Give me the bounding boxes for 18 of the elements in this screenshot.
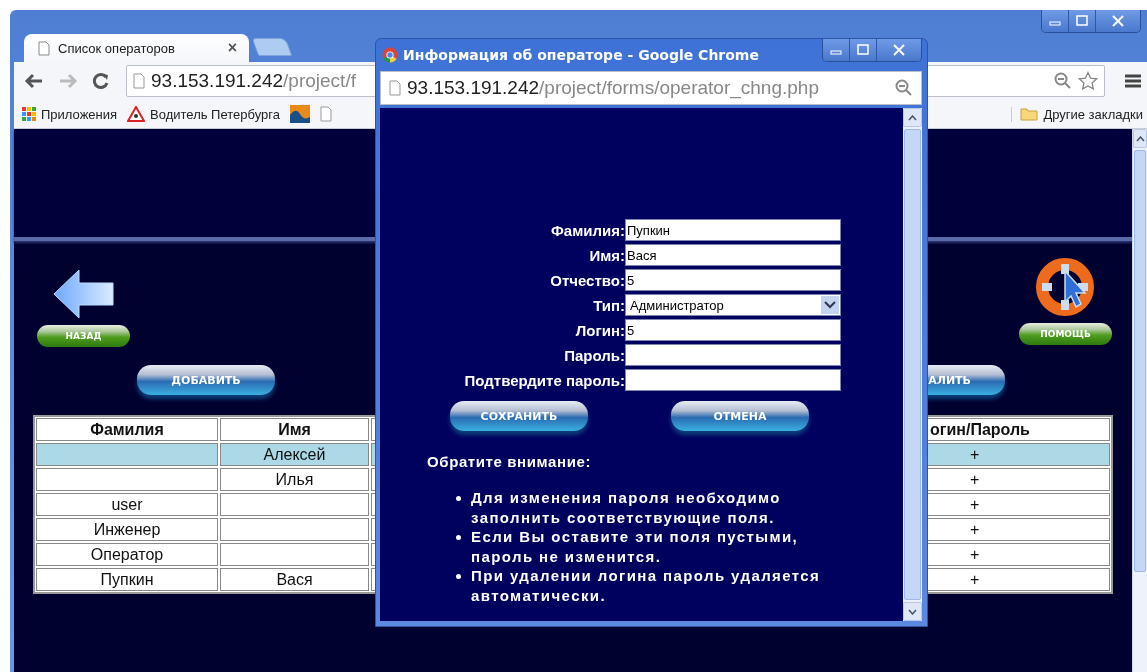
window-title: Информация об операторе - Google Chrome xyxy=(403,47,759,63)
field-label: Фамилия: xyxy=(550,221,625,239)
field-label: Логин: xyxy=(574,321,625,339)
field-label: Тип: xyxy=(592,296,625,314)
field-label: Отчество: xyxy=(549,271,625,289)
note-text: Для изменения пароля необходимо заполнить соответствующие поля. xyxy=(471,488,782,527)
field-label: Имя: xyxy=(588,246,625,264)
url-text: 93.153.191.242/project/f xyxy=(151,70,356,92)
field-label: Пароль: xyxy=(563,346,625,364)
tab-title: Список операторов xyxy=(58,40,176,56)
note-heading: Обратите внимание: xyxy=(427,453,593,470)
field-label: Подтвердите пароль: xyxy=(463,371,625,389)
note-text: При удалении логина пароль удаляется автоматически. xyxy=(471,566,822,605)
column-header: Фамилия xyxy=(36,418,218,441)
url-text: 93.153.191.242/project/forms/operator_chng.php xyxy=(407,77,819,99)
column-header: огин/Пароль xyxy=(927,418,1110,441)
column-header: Имя xyxy=(220,418,369,441)
note-text: Если Вы оставите эти поля пустыми, пароль не изменится. xyxy=(471,527,800,566)
